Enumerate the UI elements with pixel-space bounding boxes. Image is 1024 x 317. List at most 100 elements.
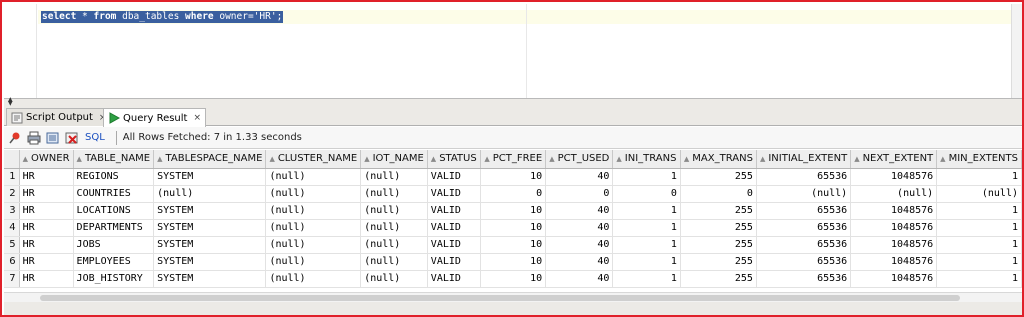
column-header-pct-free[interactable]: ▲ PCT_FREE: [480, 150, 547, 169]
grid-horizontal-scrollbar[interactable]: [4, 292, 1022, 302]
sort-icon[interactable]: ▲: [549, 155, 554, 163]
table-cell[interactable]: 1: [612, 270, 681, 288]
table-cell[interactable]: VALID: [427, 202, 482, 220]
column-header-max-trans[interactable]: ▲ MAX_TRANS: [680, 150, 757, 169]
table-cell[interactable]: 10: [480, 202, 547, 220]
table-cell[interactable]: (null): [265, 253, 362, 271]
table-cell[interactable]: (null): [360, 185, 428, 203]
result-grid[interactable]: ▲ OWNER ▲ TABLE_NAME ▲ TABLESPACE_NAME ▲ CLUSTE…: [4, 150, 1022, 292]
table-cell[interactable]: VALID: [427, 219, 482, 237]
table-cell[interactable]: (null): [265, 236, 362, 254]
table-cell[interactable]: 10: [480, 168, 547, 186]
table-cell[interactable]: 10: [480, 253, 547, 271]
editor-vertical-scrollbar[interactable]: [1011, 4, 1022, 98]
close-icon[interactable]: ×: [193, 113, 201, 123]
table-cell[interactable]: REGIONS: [73, 168, 155, 186]
table-cell[interactable]: (null): [153, 185, 267, 203]
table-cell[interactable]: (null): [265, 168, 362, 186]
export-icon[interactable]: [45, 130, 61, 146]
table-cell[interactable]: 1048576: [850, 219, 938, 237]
column-header-next-extent[interactable]: ▲ NEXT_EXTENT: [850, 150, 938, 169]
table-cell[interactable]: 1: [612, 202, 681, 220]
table-cell[interactable]: 40: [545, 270, 614, 288]
table-cell[interactable]: (null): [360, 168, 428, 186]
table-cell[interactable]: 65536: [756, 253, 852, 271]
table-cell[interactable]: SYSTEM: [153, 202, 267, 220]
table-cell[interactable]: 1: [612, 236, 681, 254]
table-cell[interactable]: DEPARTMENTS: [73, 219, 155, 237]
table-cell[interactable]: 40: [545, 202, 614, 220]
sort-icon[interactable]: ▲: [23, 155, 28, 163]
delete-icon[interactable]: [64, 130, 80, 146]
table-cell[interactable]: 40: [545, 253, 614, 271]
table-cell[interactable]: 0: [545, 185, 614, 203]
table-cell[interactable]: 1048576: [850, 202, 938, 220]
table-cell[interactable]: (null): [360, 236, 428, 254]
table-cell[interactable]: 1048576: [850, 168, 938, 186]
table-cell[interactable]: 65536: [756, 202, 852, 220]
table-cell[interactable]: (null): [936, 185, 1022, 203]
table-row[interactable]: 4 HR DEPARTMENTS SYSTEM (null) (null) VALID 10 4…: [4, 219, 1022, 237]
sort-icon[interactable]: ▲: [484, 155, 489, 163]
sort-icon[interactable]: ▲: [760, 155, 765, 163]
table-cell[interactable]: 1: [936, 219, 1022, 237]
table-cell[interactable]: VALID: [427, 185, 482, 203]
table-cell[interactable]: 1: [936, 270, 1022, 288]
table-cell[interactable]: HR: [19, 202, 74, 220]
row-number[interactable]: 5: [4, 236, 20, 254]
table-cell[interactable]: JOBS: [73, 236, 155, 254]
table-cell[interactable]: (null): [265, 219, 362, 237]
table-cell[interactable]: HR: [19, 219, 74, 237]
table-cell[interactable]: HR: [19, 168, 74, 186]
splitter-arrows-icon[interactable]: ▲ ▼: [8, 97, 13, 107]
table-cell[interactable]: 0: [680, 185, 757, 203]
table-cell[interactable]: 1: [936, 202, 1022, 220]
table-cell[interactable]: 10: [480, 219, 547, 237]
table-cell[interactable]: 1: [612, 219, 681, 237]
sort-icon[interactable]: ▲: [616, 155, 621, 163]
table-cell[interactable]: (null): [756, 185, 852, 203]
sort-icon[interactable]: ▲: [854, 155, 859, 163]
row-number[interactable]: 1: [4, 168, 20, 186]
table-cell[interactable]: 255: [680, 253, 757, 271]
table-cell[interactable]: (null): [265, 185, 362, 203]
table-cell[interactable]: 1: [612, 168, 681, 186]
table-row[interactable]: 2 HR COUNTRIES (null) (null) (null) VALID 0 0 0 0(…: [4, 185, 1022, 203]
row-number[interactable]: 6: [4, 253, 20, 271]
scrollbar-thumb[interactable]: [40, 295, 960, 301]
tab-query-result[interactable]: Query Result ×: [103, 108, 207, 127]
table-cell[interactable]: 10: [480, 236, 547, 254]
table-cell[interactable]: HR: [19, 185, 74, 203]
table-cell[interactable]: 1048576: [850, 236, 938, 254]
sql-statement[interactable]: select * from dba_tables where owner='HR…: [41, 11, 284, 23]
sql-editor[interactable]: select * from dba_tables where owner='HR…: [4, 4, 1022, 98]
table-cell[interactable]: 40: [545, 168, 614, 186]
table-cell[interactable]: (null): [850, 185, 938, 203]
table-cell[interactable]: COUNTRIES: [73, 185, 155, 203]
sort-icon[interactable]: ▲: [431, 155, 436, 163]
table-cell[interactable]: LOCATIONS: [73, 202, 155, 220]
table-cell[interactable]: 255: [680, 219, 757, 237]
pin-icon[interactable]: [7, 130, 23, 146]
table-cell[interactable]: 65536: [756, 236, 852, 254]
table-cell[interactable]: HR: [19, 236, 74, 254]
column-header-initial-extent[interactable]: ▲ INITIAL_EXTENT: [756, 150, 852, 169]
table-cell[interactable]: 65536: [756, 270, 852, 288]
table-row[interactable]: 7 HR JOB_HISTORY SYSTEM (null) (null) VALID 10 4…: [4, 270, 1022, 288]
table-row[interactable]: 5 HR JOBS SYSTEM (null) (null) VALID 10 40 1 255 65…: [4, 236, 1022, 254]
table-cell[interactable]: (null): [360, 219, 428, 237]
table-cell[interactable]: VALID: [427, 236, 482, 254]
tab-script-output[interactable]: Script Output ×: [6, 108, 112, 126]
column-header-owner[interactable]: ▲ OWNER: [19, 150, 74, 169]
row-number[interactable]: 7: [4, 270, 20, 288]
table-cell[interactable]: 255: [680, 168, 757, 186]
table-cell[interactable]: 255: [680, 236, 757, 254]
table-cell[interactable]: VALID: [427, 270, 482, 288]
table-row[interactable]: 3 HR LOCATIONS SYSTEM (null) (null) VALID 10 40 1…: [4, 202, 1022, 220]
sort-icon[interactable]: ▲: [77, 155, 82, 163]
row-number[interactable]: 3: [4, 202, 20, 220]
table-cell[interactable]: 1: [936, 168, 1022, 186]
table-cell[interactable]: SYSTEM: [153, 168, 267, 186]
table-row[interactable]: 6 HR EMPLOYEES SYSTEM (null) (null) VALID 10 40 1…: [4, 253, 1022, 271]
table-cell[interactable]: HR: [19, 253, 74, 271]
